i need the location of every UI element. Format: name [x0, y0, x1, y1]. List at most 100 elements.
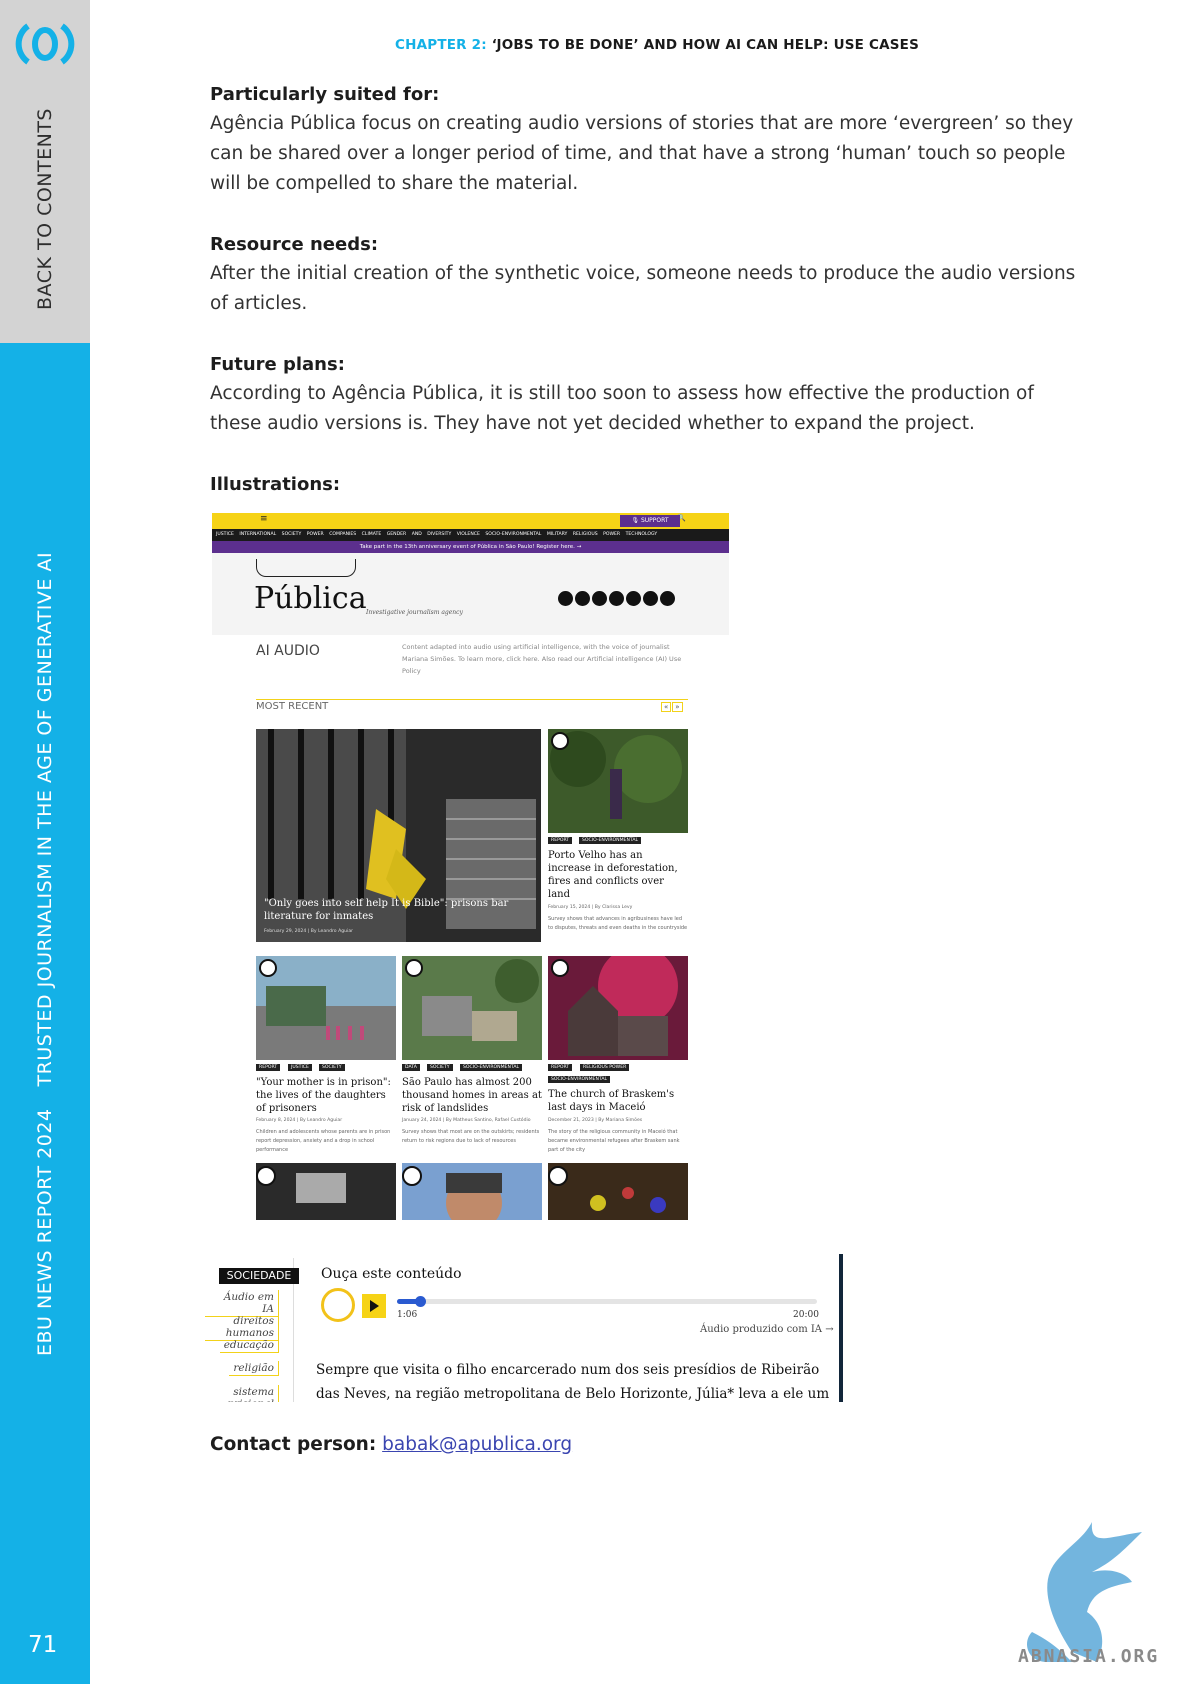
audio-badge-icon: [405, 959, 423, 977]
twitter-icon[interactable]: [558, 591, 573, 606]
audio-badge-icon: [551, 732, 569, 750]
carousel-arrows: «»: [660, 702, 683, 712]
tag-link[interactable]: direitos humanos: [205, 1314, 279, 1341]
tag[interactable]: SOCIETY: [427, 1064, 453, 1071]
story-card-mother[interactable]: REPORT JUSTICE SOCIETY "Your mother is i…: [256, 956, 396, 1156]
story-desc: Survey shows that advances in agribusine…: [548, 916, 688, 931]
telegram-icon[interactable]: [643, 591, 658, 606]
lights-image: [548, 1163, 688, 1220]
time-elapsed: 1:06: [397, 1310, 418, 1320]
contact-label: Contact person:: [210, 1434, 377, 1455]
play-button[interactable]: [362, 1294, 386, 1318]
section-text: After the initial creation of the synthe…: [210, 263, 1076, 314]
section-resources: Resource needs: After the initial creati…: [210, 234, 1090, 319]
tag[interactable]: JUSTICE: [288, 1064, 312, 1071]
contact-line: Contact person: babak@apublica.org: [210, 1434, 572, 1455]
page-number: 71: [28, 1632, 58, 1658]
tag[interactable]: SOCIO-ENVIRONMENTAL: [548, 1076, 611, 1083]
social-icons: [558, 591, 675, 606]
support-button[interactable]: 🎙 SUPPORT: [620, 515, 680, 527]
story-meta: December 21, 2023 | By Mariana Simões: [548, 1118, 643, 1123]
story-card-braskem[interactable]: REPORT RELIGIOUS POWER SOCIO-ENVIRONMENT…: [548, 956, 688, 1156]
story-desc: The story of the religious community in …: [548, 1129, 680, 1153]
story-meta: February 8, 2024 | By Leandro Aguiar: [256, 1118, 343, 1123]
time-total: 20:00: [793, 1310, 819, 1320]
youtube-icon[interactable]: [592, 591, 607, 606]
report-subtitle: TRUSTED JOURNALISM IN THE AGE OF GENERAT…: [34, 551, 56, 1087]
linkedin-icon[interactable]: [660, 591, 675, 606]
tag-link[interactable]: Áudio em IA: [205, 1290, 279, 1317]
church-image: [548, 956, 688, 1060]
tag[interactable]: SOCIETY: [319, 1064, 345, 1071]
story-title: "Only goes into self help It is Bible": …: [264, 898, 509, 922]
chapter-header: CHAPTER 2: ‘JOBS TO BE DONE’ AND HOW AI …: [395, 37, 919, 53]
right-rule: [839, 1254, 843, 1402]
section-text: Agência Pública focus on creating audio …: [210, 113, 1074, 194]
section-heading: Particularly suited for:: [210, 84, 440, 105]
audio-progress-track[interactable]: [397, 1299, 817, 1304]
chapter-title: ‘JOBS TO BE DONE’ AND HOW AI CAN HELP: U…: [486, 37, 920, 53]
section-illustrations: Illustrations:: [210, 474, 1090, 499]
tag[interactable]: SOCIO-ENVIRONMENTAL: [579, 837, 642, 844]
divider: [256, 699, 688, 700]
next-arrow-icon[interactable]: »: [672, 702, 683, 712]
story-title: "Your mother is in prison": the lives of…: [256, 1077, 391, 1114]
menu-icon[interactable]: ≡: [260, 514, 268, 524]
feature-story[interactable]: "Only goes into self help It is Bible": …: [256, 729, 541, 942]
story-meta: February 29, 2024 | By Leandro Aguiar: [264, 929, 354, 934]
tag[interactable]: DATA: [402, 1064, 420, 1071]
ai-audio-title: AI AUDIO: [256, 643, 320, 659]
tag[interactable]: REPORT: [548, 1064, 573, 1071]
tag[interactable]: REPORT: [548, 837, 573, 844]
story-title: São Paulo has almost 200 thousand homes …: [402, 1077, 542, 1114]
audio-badge-icon: [259, 959, 277, 977]
nav-menu[interactable]: JUSTICE INTERNATIONAL SOCIETY POWER COMP…: [212, 529, 729, 541]
article-audio-screenshot: SOCIEDADE Áudio em IA direitos humanos e…: [205, 1254, 845, 1402]
story-title: Porto Velho has an increase in deforesta…: [548, 850, 678, 900]
landslide-image: [402, 956, 542, 1060]
ai-produced-link[interactable]: Áudio produzido com IA →: [700, 1324, 834, 1335]
tag-link[interactable]: sistema prisional: [205, 1385, 279, 1402]
watermark-text: ABNASIA.ORG: [1018, 1646, 1160, 1667]
event-banner[interactable]: Take part in the 13th anniversary event …: [212, 541, 729, 553]
section-future: Future plans: According to Agência Públi…: [210, 354, 1090, 439]
category-badge[interactable]: SOCIEDADE: [219, 1268, 299, 1284]
section-heading: Future plans:: [210, 354, 345, 375]
forest-image: [548, 729, 688, 833]
masthead: Pública Investigative journalism agency: [212, 553, 729, 635]
story-desc: Survey shows that most are on the outski…: [402, 1129, 540, 1144]
ebu-logo-icon: [15, 23, 75, 65]
story-meta: January 24, 2024 | By Matheus Santino, R…: [402, 1118, 531, 1123]
back-to-contents-link[interactable]: BACK TO CONTENTS: [34, 108, 56, 310]
section-heading: Illustrations:: [210, 474, 341, 495]
logo-bubble: [256, 559, 356, 577]
section-suited: Particularly suited for: Agência Pública…: [210, 84, 1090, 199]
whatsapp-icon[interactable]: [626, 591, 641, 606]
report-title: EBU NEWS REPORT 2024 TRUSTED JOURNALISM I…: [34, 552, 56, 1356]
chapter-label: CHAPTER 2:: [395, 37, 487, 53]
tag-link[interactable]: religião: [229, 1361, 279, 1376]
audio-avatar-icon: [321, 1288, 355, 1322]
audio-progress-knob[interactable]: [415, 1296, 426, 1307]
instagram-icon[interactable]: [609, 591, 624, 606]
contact-email-link[interactable]: babak@apublica.org: [382, 1434, 572, 1455]
audio-badge-icon: [551, 959, 569, 977]
article-paragraph: Sempre que visita o filho encarcerado nu…: [316, 1362, 830, 1402]
tag-link[interactable]: educação: [219, 1338, 279, 1353]
ai-audio-description: Content adapted into audio using artific…: [402, 643, 682, 675]
story-meta: February 15, 2024 | By Clarissa Levy: [548, 905, 633, 910]
story-title: The church of Braskem's last days in Mac…: [548, 1089, 675, 1113]
facebook-icon[interactable]: [575, 591, 590, 606]
publica-website-screenshot: ≡ 🔍 🎙 SUPPORT JUSTICE INTERNATIONAL SOCI…: [212, 513, 729, 1220]
listen-label: Ouça este conteúdo: [321, 1266, 462, 1282]
prev-arrow-icon[interactable]: «: [661, 702, 672, 712]
tag[interactable]: RELIGIOUS POWER: [580, 1064, 630, 1071]
report-name: EBU NEWS REPORT 2024: [34, 1108, 56, 1356]
tag[interactable]: SOCIO-ENVIRONMENTAL: [460, 1064, 523, 1071]
publica-logo[interactable]: Pública: [254, 581, 367, 616]
most-recent-label: MOST RECENT: [256, 701, 329, 712]
tag[interactable]: REPORT: [256, 1064, 281, 1071]
tagline: Investigative journalism agency: [366, 609, 463, 616]
story-card-porto-velho[interactable]: REPORT SOCIO-ENVIRONMENTAL Porto Velho h…: [548, 729, 688, 944]
story-card-sao-paulo[interactable]: DATA SOCIETY SOCIO-ENVIRONMENTAL São Pau…: [402, 956, 542, 1156]
